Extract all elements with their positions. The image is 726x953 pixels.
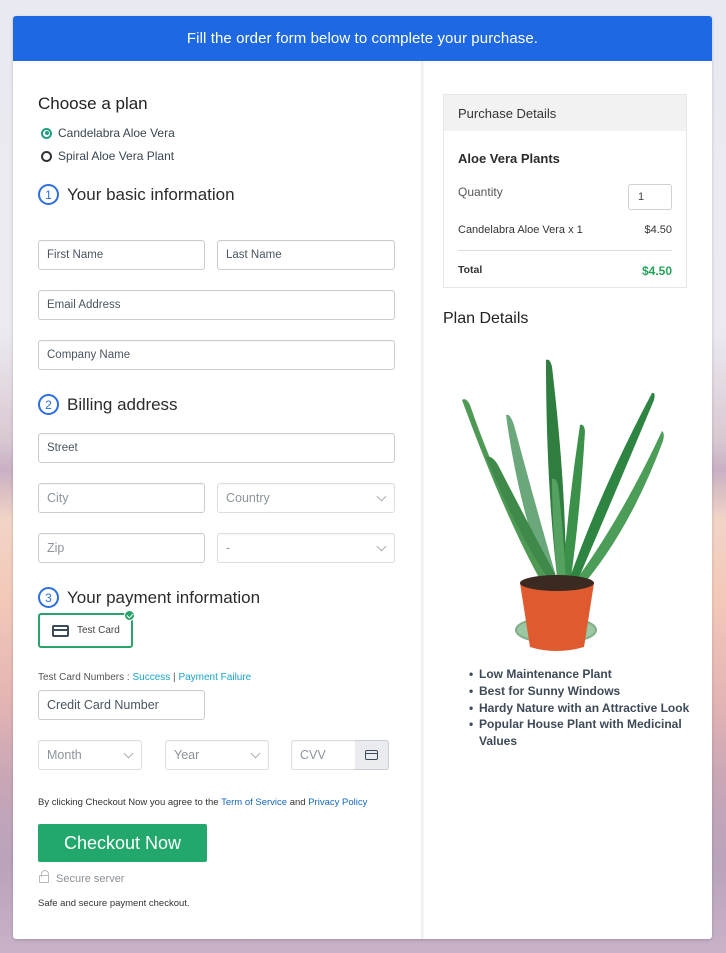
zip-input[interactable]: Zip xyxy=(38,533,205,563)
email-input[interactable]: Email Address xyxy=(38,290,395,320)
success-link[interactable]: Success xyxy=(132,672,170,683)
credit-card-icon xyxy=(365,750,378,760)
payment-failure-link[interactable]: Payment Failure xyxy=(178,672,251,683)
aloe-leaves xyxy=(462,359,664,593)
plan-option-candelabra[interactable]: Candelabra Aloe Vera xyxy=(41,126,175,140)
state-select[interactable]: - xyxy=(217,533,395,563)
quantity-input[interactable]: 1 xyxy=(628,184,672,210)
country-select-value: Country xyxy=(226,491,270,505)
credit-card-icon xyxy=(52,624,69,637)
month-select[interactable]: Month xyxy=(38,740,142,770)
plan-option-label: Spiral Aloe Vera Plant xyxy=(58,149,175,163)
chevron-down-icon xyxy=(376,491,387,502)
basic-info-title: Your basic information xyxy=(67,184,235,204)
lock-icon xyxy=(39,870,49,883)
chevron-down-icon xyxy=(376,541,387,552)
choose-plan-title: Choose a plan xyxy=(38,94,148,113)
plan-details-title: Plan Details xyxy=(443,310,529,327)
step-3-icon: 3 xyxy=(38,587,59,608)
line-item-price: $4.50 xyxy=(644,224,672,236)
summary-divider xyxy=(458,250,672,251)
radio-unchecked-icon[interactable] xyxy=(41,150,52,162)
quantity-label: Quantity xyxy=(458,185,503,199)
city-input[interactable]: City xyxy=(38,483,205,513)
agreement-prefix: By clicking Checkout Now you agree to th… xyxy=(38,797,222,808)
total-label: Total xyxy=(458,264,483,276)
year-select[interactable]: Year xyxy=(165,740,269,770)
feature-item: Hardy Nature with an Attractive Look xyxy=(469,700,699,717)
total-amount: $4.50 xyxy=(641,264,672,278)
purchase-details-box: Purchase Details Aloe Vera Plants Quanti… xyxy=(443,94,687,288)
card-number-input[interactable]: Credit Card Number xyxy=(38,690,205,720)
secure-server: Secure server xyxy=(39,870,125,885)
soil xyxy=(520,575,594,591)
plan-option-label: Candelabra Aloe Vera xyxy=(58,126,175,140)
product-name: Aloe Vera Plants xyxy=(458,151,560,166)
country-select[interactable]: Country xyxy=(217,483,395,513)
header-banner: Fill the order form below to complete yo… xyxy=(13,16,712,61)
safe-checkout-note: Safe and secure payment checkout. xyxy=(38,898,190,909)
radio-checked-icon[interactable] xyxy=(41,127,52,139)
chevron-down-icon xyxy=(123,748,134,759)
total-row: Total $4.50 xyxy=(458,264,672,278)
order-form: Choose a plan Candelabra Aloe Vera Spira… xyxy=(13,61,421,939)
purchase-details-header: Purchase Details xyxy=(444,95,686,131)
plan-option-spiral[interactable]: Spiral Aloe Vera Plant xyxy=(41,149,174,163)
step-2-icon: 2 xyxy=(38,394,59,415)
line-item-label: Candelabra Aloe Vera x 1 xyxy=(458,224,583,236)
company-input[interactable]: Company Name xyxy=(38,340,395,370)
cvv-card-addon xyxy=(355,740,389,770)
billing-heading: 2 Billing address xyxy=(38,394,178,415)
test-card-numbers: Test Card Numbers : Success | Payment Fa… xyxy=(38,672,251,683)
agreement-text: By clicking Checkout Now you agree to th… xyxy=(38,797,367,808)
payment-method-label: Test Card xyxy=(77,625,120,636)
test-card-numbers-label: Test Card Numbers : xyxy=(38,672,133,683)
check-circle-icon xyxy=(124,610,135,621)
basic-info-heading: 1 Your basic information xyxy=(38,184,235,205)
plan-features-list: Low Maintenance Plant Best for Sunny Win… xyxy=(469,666,699,750)
cvv-input[interactable]: CVV xyxy=(291,740,356,770)
first-name-input[interactable]: First Name xyxy=(38,240,205,270)
feature-item: Low Maintenance Plant xyxy=(469,666,699,683)
month-select-value: Month xyxy=(47,748,82,762)
payment-method-test-card[interactable]: Test Card xyxy=(38,610,135,648)
order-summary: Purchase Details Aloe Vera Plants Quanti… xyxy=(424,61,712,939)
state-select-value: - xyxy=(226,541,231,555)
line-item: Candelabra Aloe Vera x 1 $4.50 xyxy=(458,224,672,236)
payment-heading: 3 Your payment information xyxy=(38,587,260,608)
agreement-and: and xyxy=(287,797,309,808)
order-form-card: Fill the order form below to complete yo… xyxy=(13,16,712,939)
feature-item: Best for Sunny Windows xyxy=(469,683,699,700)
aloe-vera-plant-image xyxy=(462,359,664,651)
street-input[interactable]: Street xyxy=(38,433,395,463)
last-name-input[interactable]: Last Name xyxy=(217,240,395,270)
terms-link[interactable]: Term of Service xyxy=(221,797,287,808)
feature-item: Popular House Plant with Medicinal Value… xyxy=(469,716,699,750)
payment-title: Your payment information xyxy=(67,587,261,607)
year-select-value: Year xyxy=(174,748,200,762)
billing-title: Billing address xyxy=(67,394,178,414)
step-1-icon: 1 xyxy=(38,184,59,205)
secure-server-label: Secure server xyxy=(56,873,125,885)
checkout-now-button[interactable]: Checkout Now xyxy=(38,824,207,862)
chevron-down-icon xyxy=(250,748,261,759)
pot xyxy=(520,583,594,651)
privacy-link[interactable]: Privacy Policy xyxy=(308,797,367,808)
